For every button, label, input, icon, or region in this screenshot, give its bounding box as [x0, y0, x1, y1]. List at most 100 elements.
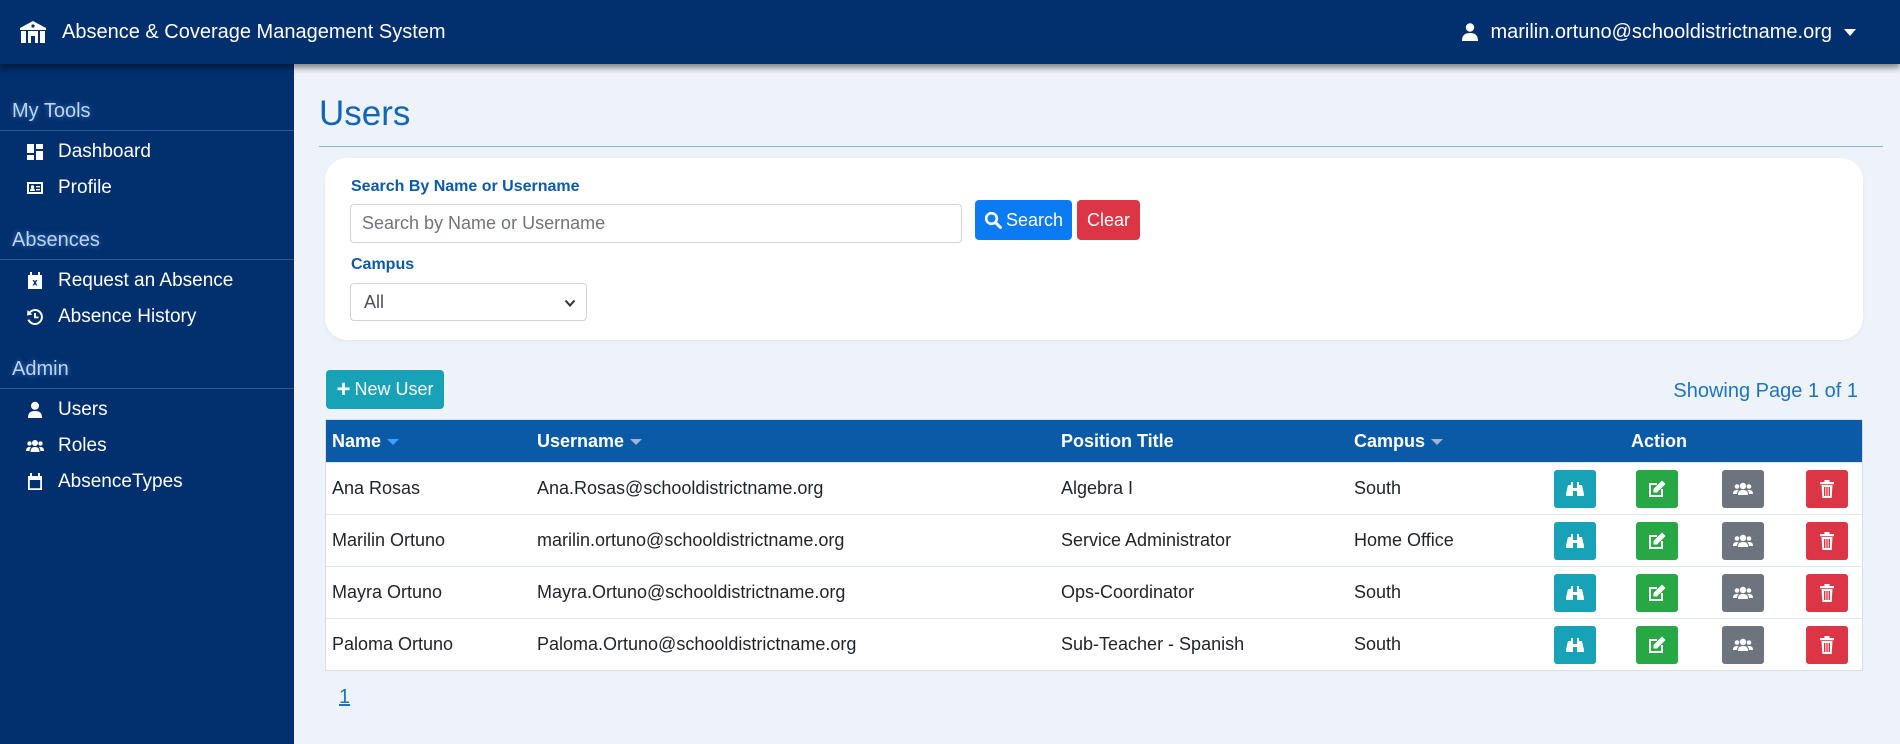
cell-actions — [1536, 625, 1862, 664]
search-input[interactable] — [350, 204, 962, 243]
column-header-campus[interactable]: Campus — [1354, 431, 1536, 452]
table-row: Paloma Ortuno Paloma.Ortuno@schooldistric… — [326, 618, 1862, 670]
column-header-label: Campus — [1354, 430, 1426, 451]
edit-user-button[interactable] — [1636, 573, 1678, 612]
cell-position: Ops-Coordinator — [1061, 582, 1195, 602]
view-user-button[interactable] — [1554, 573, 1596, 612]
brand[interactable]: Absence & Coverage Management System — [20, 21, 446, 44]
cell-campus: Home Office — [1354, 530, 1454, 550]
sidebar-item-dashboard[interactable]: Dashboard — [0, 134, 294, 170]
cell-username: marilin.ortuno@schooldistrictname.org — [537, 530, 845, 550]
binoculars-icon — [1566, 637, 1584, 652]
edit-icon — [1649, 480, 1666, 497]
user-roles-button[interactable] — [1722, 521, 1764, 560]
search-button-label: Search — [1005, 209, 1064, 230]
user-roles-button[interactable] — [1722, 625, 1764, 664]
sidebar-item-profile[interactable]: Profile — [0, 170, 294, 206]
sort-down-icon — [387, 438, 400, 445]
new-user-label: New User — [354, 379, 434, 399]
chevron-down-icon — [564, 299, 576, 307]
view-user-button[interactable] — [1554, 521, 1596, 560]
cell-name: Paloma Ortuno — [332, 634, 454, 654]
edit-icon — [1649, 532, 1666, 549]
cell-username: Paloma.Ortuno@schooldistrictname.org — [537, 634, 857, 654]
sidebar-item-users[interactable]: Users — [0, 392, 294, 428]
column-header-name[interactable]: Name — [326, 431, 537, 452]
cell-name: Marilin Ortuno — [332, 530, 446, 550]
delete-user-button[interactable] — [1806, 521, 1848, 560]
cell-position: Sub-Teacher - Spanish — [1061, 634, 1245, 654]
plus-icon: + — [336, 375, 351, 403]
cell-actions — [1536, 521, 1862, 560]
cell-name: Mayra Ortuno — [332, 582, 443, 602]
column-header-label: Username — [537, 430, 625, 451]
cell-position: Algebra I — [1061, 478, 1134, 498]
sidebar-section-admin: Admin — [0, 349, 294, 389]
table-header: Name Username Position Title Campus Acti… — [326, 420, 1862, 462]
column-header-username[interactable]: Username — [537, 431, 1061, 452]
page-status: Showing Page 1 of 1 — [1673, 380, 1858, 402]
sidebar-item-absence-history[interactable]: Absence History — [0, 299, 294, 335]
sidebar-section-my-tools: My Tools — [0, 91, 294, 131]
user-roles-button[interactable] — [1722, 469, 1764, 508]
edit-user-button[interactable] — [1636, 469, 1678, 508]
column-header-action: Action — [1536, 431, 1862, 452]
column-header-position: Position Title — [1061, 431, 1354, 452]
campus-label: Campus — [351, 256, 415, 273]
sidebar-item-label: Request an Absence — [58, 270, 234, 291]
cell-username: Mayra.Ortuno@schooldistrictname.org — [537, 582, 846, 602]
new-user-button[interactable]: + New User — [326, 370, 444, 409]
page-title: Users — [319, 94, 411, 133]
sidebar-item-label: Absence History — [58, 306, 197, 327]
sidebar-section-absences: Absences — [0, 220, 294, 260]
sidebar-item-label: AbsenceTypes — [58, 471, 183, 492]
delete-user-button[interactable] — [1806, 573, 1848, 612]
binoculars-icon — [1566, 533, 1584, 548]
sidebar-item-label: Dashboard — [58, 141, 151, 162]
search-button[interactable]: Search — [975, 200, 1072, 240]
delete-user-button[interactable] — [1806, 469, 1848, 508]
clear-button[interactable]: Clear — [1077, 200, 1140, 240]
app-title: Absence & Coverage Management System — [62, 20, 446, 43]
delete-user-button[interactable] — [1806, 625, 1848, 664]
user-roles-button[interactable] — [1722, 573, 1764, 612]
sidebar-item-absence-types[interactable]: AbsenceTypes — [0, 464, 294, 500]
table-row: Mayra Ortuno Mayra.Ortuno@schooldistrictn… — [326, 566, 1862, 618]
calendar-icon — [28, 473, 42, 490]
cell-username: Ana.Rosas@schooldistrictname.org — [537, 478, 824, 498]
search-label: Search By Name or Username — [351, 178, 580, 195]
campus-select[interactable]: All — [350, 283, 587, 321]
main-content: Users Search By Name or Username Search … — [294, 64, 1900, 744]
edit-user-button[interactable] — [1636, 521, 1678, 560]
top-navbar: Absence & Coverage Management System mar… — [0, 0, 1900, 64]
binoculars-icon — [1566, 481, 1584, 496]
cell-actions — [1536, 573, 1862, 612]
view-user-button[interactable] — [1554, 469, 1596, 508]
sort-down-icon — [1431, 438, 1444, 445]
table-body: Ana Rosas Ana.Rosas@schooldistrictname.or… — [326, 462, 1862, 670]
users-icon — [1733, 638, 1753, 651]
caret-down-icon — [1844, 28, 1856, 36]
users-icon — [1733, 482, 1753, 495]
user-icon — [28, 401, 42, 418]
campus-selected-value: All — [364, 291, 385, 312]
sidebar: My Tools Dashboard Profile Absences Requ… — [0, 64, 294, 744]
sidebar-item-label: Roles — [58, 435, 107, 456]
view-user-button[interactable] — [1554, 625, 1596, 664]
pagination-page-1[interactable]: 1 — [339, 686, 350, 709]
cell-campus: South — [1354, 478, 1402, 498]
sidebar-item-roles[interactable]: Roles — [0, 428, 294, 464]
user-menu-dropdown[interactable]: marilin.ortuno@schooldistrictname.org — [1462, 0, 1856, 64]
user-icon — [1462, 23, 1479, 41]
sidebar-item-request-absence[interactable]: Request an Absence — [0, 263, 294, 299]
sidebar-item-label: Profile — [58, 177, 112, 198]
dashboard-icon — [27, 144, 43, 160]
trash-icon — [1820, 583, 1834, 602]
edit-user-button[interactable] — [1636, 625, 1678, 664]
trash-icon — [1820, 531, 1834, 550]
users-table: Name Username Position Title Campus Acti… — [325, 419, 1863, 671]
school-icon — [20, 21, 46, 43]
cell-campus: South — [1354, 634, 1402, 654]
users-icon — [1733, 586, 1753, 599]
cell-position: Service Administrator — [1061, 530, 1232, 550]
